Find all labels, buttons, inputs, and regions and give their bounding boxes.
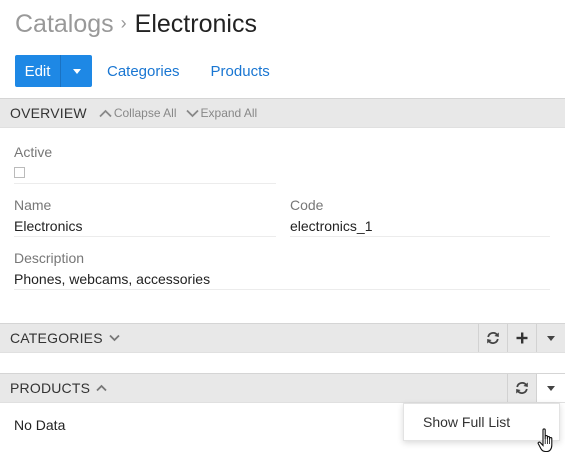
edit-menu-toggle[interactable] xyxy=(60,55,92,87)
collapse-all-label: Collapse All xyxy=(113,106,177,120)
refresh-icon xyxy=(487,332,499,344)
plus-icon xyxy=(516,332,528,344)
name-label: Name xyxy=(14,197,52,213)
products-link[interactable]: Products xyxy=(211,63,270,80)
chevron-up-icon xyxy=(99,109,112,117)
expand-all-label: Expand All xyxy=(200,106,258,120)
categories-refresh-button[interactable] xyxy=(478,324,507,352)
categories-panel-header[interactable]: CATEGORIES xyxy=(0,323,565,353)
chevron-down-icon xyxy=(185,109,199,117)
active-checkbox[interactable] xyxy=(14,167,25,178)
code-label: Code xyxy=(290,197,324,213)
breadcrumb-separator: › xyxy=(120,13,127,33)
expand-all-button[interactable]: Expand All xyxy=(185,106,258,120)
products-menu-toggle[interactable] xyxy=(536,374,565,402)
name-field-underline xyxy=(14,236,276,237)
edit-button[interactable]: Edit xyxy=(15,55,60,87)
action-bar: Edit Categories Products xyxy=(15,55,270,87)
products-panel-header[interactable]: PRODUCTS xyxy=(0,373,565,403)
chevron-up-icon[interactable] xyxy=(96,384,107,392)
breadcrumb-parent-link[interactable]: Catalogs xyxy=(15,10,114,38)
edit-button-group: Edit xyxy=(15,55,92,87)
hand-pointer-cursor-icon xyxy=(537,428,553,453)
code-field[interactable]: electronics_1 xyxy=(290,218,373,234)
products-toolbar xyxy=(507,374,565,402)
categories-link[interactable]: Categories xyxy=(107,63,180,80)
description-field[interactable]: Phones, webcams, accessories xyxy=(14,271,210,287)
caret-down-icon xyxy=(547,335,555,341)
overview-title: OVERVIEW xyxy=(10,105,87,121)
active-field-underline xyxy=(14,183,276,184)
show-full-list-menu-item[interactable]: Show Full List xyxy=(423,414,510,430)
products-title: PRODUCTS xyxy=(10,380,91,396)
products-empty-text: No Data xyxy=(14,417,66,433)
categories-title: CATEGORIES xyxy=(10,330,103,346)
collapse-all-button[interactable]: Collapse All xyxy=(99,106,177,120)
description-label: Description xyxy=(14,250,85,266)
categories-toolbar xyxy=(478,324,565,352)
caret-down-icon xyxy=(547,385,555,391)
page-title: Electronics xyxy=(134,10,257,38)
description-field-underline xyxy=(14,289,550,290)
name-field[interactable]: Electronics xyxy=(14,218,82,234)
chevron-down-icon[interactable] xyxy=(109,334,120,342)
products-refresh-button[interactable] xyxy=(507,374,536,402)
breadcrumb: Catalogs › Electronics xyxy=(15,8,257,42)
active-label: Active xyxy=(14,144,53,160)
overview-panel-header: OVERVIEW Collapse All Expand All xyxy=(0,98,565,128)
chevron-down-icon xyxy=(72,68,81,74)
refresh-icon xyxy=(516,382,528,394)
code-field-underline xyxy=(290,236,550,237)
categories-menu-toggle[interactable] xyxy=(536,324,565,352)
categories-add-button[interactable] xyxy=(507,324,536,352)
